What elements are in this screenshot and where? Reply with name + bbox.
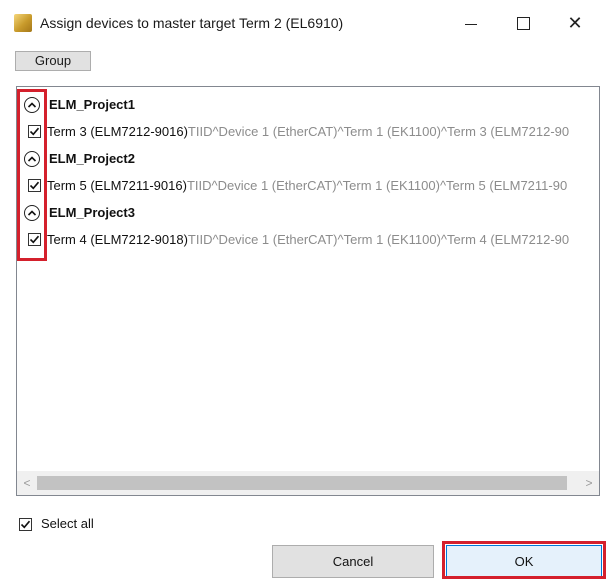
device-checkbox[interactable] [28, 179, 41, 192]
device-checkbox[interactable] [28, 125, 41, 138]
collapse-chevron-icon[interactable] [24, 205, 40, 221]
select-all-label: Select all [41, 516, 94, 531]
close-icon: ✕ [567, 13, 583, 33]
device-label: Term 4 (ELM7212-9018)TIID^Device 1 (Ethe… [47, 232, 569, 247]
group-label: ELM_Project3 [49, 205, 135, 220]
horizontal-scrollbar[interactable]: < > [17, 471, 599, 495]
device-name: Term 5 (ELM7211-9016) [47, 178, 187, 193]
device-path: TIID^Device 1 (EtherCAT)^Term 1 (EK1100)… [187, 232, 570, 247]
cancel-button[interactable]: Cancel [272, 545, 434, 578]
group-button[interactable]: Group [15, 51, 91, 71]
minimize-icon [465, 23, 477, 25]
device-name: Term 4 (ELM7212-9018) [47, 232, 188, 247]
scroll-left-icon[interactable]: < [17, 471, 37, 495]
device-label: Term 5 (ELM7211-9016)TIID^Device 1 (Ethe… [47, 178, 567, 193]
collapse-chevron-icon[interactable] [24, 151, 40, 167]
collapse-chevron-icon[interactable] [24, 97, 40, 113]
app-icon [14, 14, 32, 32]
window-title: Assign devices to master target Term 2 (… [40, 15, 344, 31]
device-checkbox[interactable] [28, 233, 41, 246]
maximize-icon [516, 16, 530, 30]
device-name: Term 3 (ELM7212-9016) [47, 124, 188, 139]
scroll-right-icon[interactable]: > [579, 471, 599, 495]
minimize-button[interactable] [454, 8, 488, 38]
ok-button[interactable]: OK [446, 545, 602, 578]
device-tree-panel: ELM_Project1 Term 3 (ELM7212-9016)TIID^D… [16, 86, 600, 496]
title-bar: Assign devices to master target Term 2 (… [0, 0, 606, 44]
device-path: TIID^Device 1 (EtherCAT)^Term 1 (EK1100)… [186, 178, 568, 193]
device-label: Term 3 (ELM7212-9016)TIID^Device 1 (Ethe… [47, 124, 569, 139]
device-path: TIID^Device 1 (EtherCAT)^Term 1 (EK1100)… [187, 124, 570, 139]
maximize-button[interactable] [506, 8, 540, 38]
close-button[interactable]: ✕ [558, 8, 592, 38]
group-label: ELM_Project1 [49, 97, 135, 112]
select-all-checkbox[interactable] [19, 518, 32, 531]
scrollbar-thumb[interactable] [37, 476, 567, 490]
group-label: ELM_Project2 [49, 151, 135, 166]
